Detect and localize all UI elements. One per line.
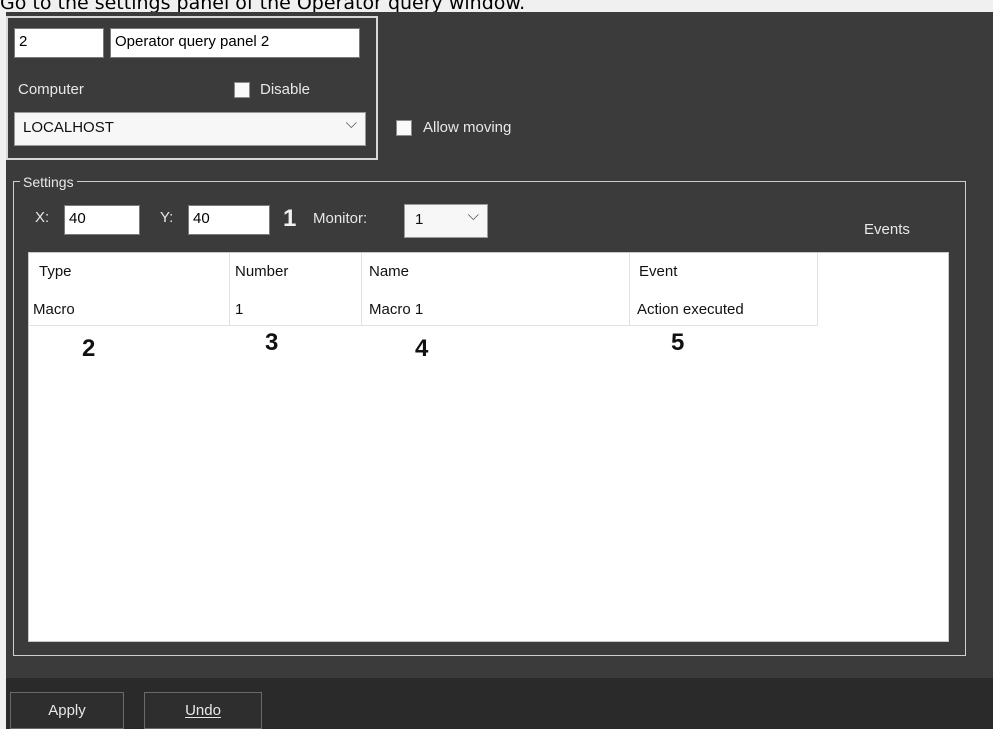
- column-divider: [229, 253, 230, 325]
- x-label: X:: [35, 209, 50, 226]
- cell-type: Macro: [33, 301, 75, 318]
- operator-query-settings-window: 2 Operator query panel 2 Computer Disabl…: [6, 12, 993, 729]
- events-table[interactable]: Type Number Name Event Macro 1 Macro 1 A…: [28, 252, 949, 642]
- undo-button-label: Undo: [185, 702, 221, 719]
- monitor-select[interactable]: 1 ⌵: [404, 204, 488, 238]
- disable-label: Disable: [260, 81, 311, 98]
- column-header-type[interactable]: Type: [39, 263, 72, 280]
- x-coordinate-input[interactable]: 40: [64, 205, 140, 235]
- row-divider: [29, 325, 818, 326]
- column-divider: [817, 253, 818, 325]
- monitor-label: Monitor:: [313, 210, 368, 227]
- chevron-down-icon: ⌵: [345, 115, 357, 132]
- monitor-select-value: 1: [415, 211, 424, 228]
- cell-event: Action executed: [637, 301, 744, 318]
- column-divider: [361, 253, 362, 325]
- object-id-field[interactable]: 2: [14, 28, 104, 58]
- callout-marker-2: 2: [82, 335, 96, 362]
- computer-select[interactable]: LOCALHOST ⌵: [14, 112, 366, 146]
- cell-name: Macro 1: [369, 301, 424, 318]
- chevron-down-icon: ⌵: [467, 207, 479, 224]
- settings-group-label: Settings: [20, 174, 77, 190]
- object-name-field[interactable]: Operator query panel 2: [110, 28, 360, 58]
- allow-moving-label: Allow moving: [423, 119, 512, 136]
- column-header-name[interactable]: Name: [369, 263, 409, 280]
- y-coordinate-input[interactable]: 40: [188, 205, 270, 235]
- callout-marker-4: 4: [415, 335, 429, 362]
- allow-moving-checkbox[interactable]: [396, 120, 412, 136]
- events-label: Events: [864, 221, 910, 238]
- callout-marker-5: 5: [671, 329, 685, 356]
- disable-checkbox[interactable]: [234, 82, 250, 98]
- column-header-event[interactable]: Event: [639, 263, 677, 280]
- apply-button[interactable]: Apply: [10, 692, 124, 729]
- y-label: Y:: [160, 209, 174, 226]
- computer-label: Computer: [18, 81, 84, 98]
- computer-select-value: LOCALHOST: [23, 119, 114, 136]
- undo-button[interactable]: Undo: [144, 692, 262, 729]
- callout-marker-3: 3: [265, 329, 279, 356]
- cell-number: 1: [235, 301, 244, 318]
- column-divider: [629, 253, 630, 325]
- column-header-number[interactable]: Number: [235, 263, 288, 280]
- callout-marker-1: 1: [283, 205, 297, 232]
